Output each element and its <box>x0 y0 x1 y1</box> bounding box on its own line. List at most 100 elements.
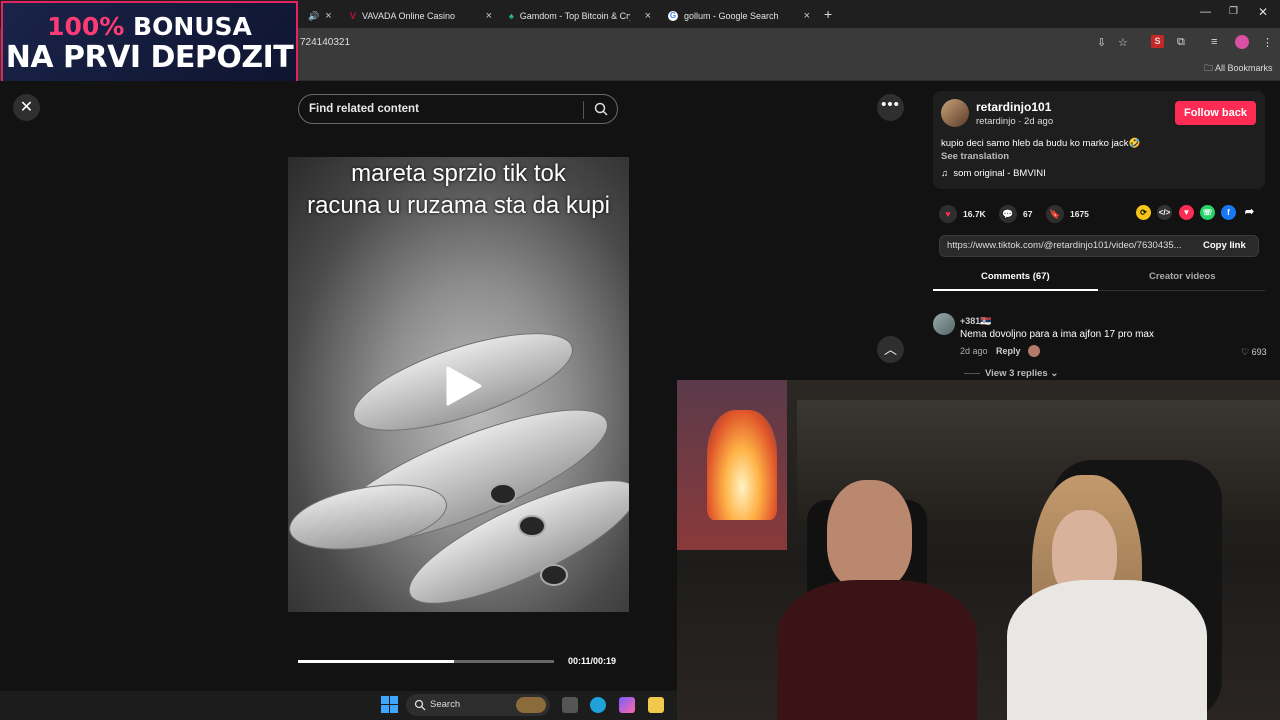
close-viewer-button[interactable]: ✕ <box>13 94 40 121</box>
restore-button[interactable]: ❐ <box>1229 6 1238 17</box>
author-username[interactable]: retardinjo101 <box>976 100 1051 114</box>
speaker-icon[interactable]: 🔊 <box>308 11 319 22</box>
taskbar-search[interactable]: Search <box>406 694 550 716</box>
tab-search-icon[interactable]: ≡ <box>1211 36 1217 48</box>
webcam-overlay <box>677 380 1280 720</box>
task-view-icon[interactable] <box>562 697 578 713</box>
folder-icon: 🗀 <box>1204 63 1214 73</box>
bookmark-icon[interactable]: 🔖 <box>1046 205 1064 223</box>
tab-current[interactable]: 🔊 × <box>300 4 338 28</box>
commenter-name[interactable]: +381🇷🇸 <box>960 316 991 327</box>
banana-sticker <box>540 564 568 586</box>
save-stat[interactable]: 🔖 1675 <box>1046 205 1089 223</box>
facebook-icon[interactable]: f <box>1221 205 1236 220</box>
close-tab-icon[interactable]: × <box>325 10 331 22</box>
search-icon[interactable] <box>593 101 609 117</box>
divider <box>583 101 584 119</box>
extensions-icon[interactable]: ⧉ <box>1177 36 1185 49</box>
menu-icon[interactable]: ⋮ <box>1262 36 1273 49</box>
minimize-button[interactable]: — <box>1200 6 1211 18</box>
send-icon[interactable]: ▼ <box>1179 205 1194 220</box>
music-note-icon: ♫ <box>941 168 949 179</box>
close-window-button[interactable]: ✕ <box>1258 5 1268 19</box>
repost-icon[interactable]: ⟳ <box>1136 205 1151 220</box>
caption-line2: racuna u ruzama sta da kupi <box>307 192 610 219</box>
all-bookmarks[interactable]: 🗀 All Bookmarks <box>1204 61 1273 77</box>
search-icon <box>414 699 426 711</box>
chevron-down-icon: ⌄ <box>1050 368 1059 379</box>
view-replies-button[interactable]: View 3 replies ⌄ <box>985 368 1058 379</box>
whatsapp-icon[interactable]: ☏ <box>1200 205 1215 220</box>
music-row[interactable]: ♫ som original - BMVINI <box>941 168 1046 179</box>
tab-comments[interactable]: Comments (67) <box>981 271 1050 282</box>
extension-s-icon[interactable]: S <box>1151 35 1164 48</box>
comment-stat[interactable]: 💬 67 <box>999 205 1032 223</box>
tab-creator-videos[interactable]: Creator videos <box>1149 271 1216 282</box>
search-highlight-icon <box>516 697 546 713</box>
tab-gamdom[interactable]: ♠ Gamdom - Top Bitcoin & Crypto × <box>501 4 659 28</box>
follow-back-button[interactable]: Follow back <box>1175 101 1256 125</box>
caption-line1: mareta sprzio tik tok <box>351 160 566 187</box>
heart-outline-icon[interactable]: ♡ <box>1241 347 1249 357</box>
post-description: kupio deci samo hleb da budu ko marko ja… <box>941 138 1141 149</box>
comment-date: 2d ago <box>960 346 988 356</box>
close-tab-icon[interactable]: × <box>645 10 651 22</box>
banana-sticker <box>489 483 517 505</box>
chevron-up-icon: ︿ <box>883 342 897 357</box>
progress-fill <box>298 660 455 663</box>
video-progress-bar[interactable] <box>298 660 554 663</box>
video-caption: mareta sprzio tik tok racuna u ruzama st… <box>288 158 629 222</box>
creator-liked-avatar <box>1028 345 1040 357</box>
url-field[interactable]: 724140321 <box>300 33 1080 52</box>
promo-line2: NA PRVI DEPOZIT <box>5 40 294 75</box>
like-count: 16.7K <box>963 209 986 219</box>
bookmark-star-icon[interactable]: ☆ <box>1118 36 1128 49</box>
tab-google[interactable]: G gollum - Google Search × <box>660 4 818 28</box>
more-options-button[interactable]: ••• <box>877 94 904 121</box>
see-translation-link[interactable]: See translation <box>941 151 1009 162</box>
edge-icon[interactable] <box>590 697 606 713</box>
tab-label: Gamdom - Top Bitcoin & Crypto <box>519 11 630 21</box>
copy-link-button[interactable]: Copy link <box>1203 240 1246 251</box>
related-search-input[interactable]: Find related content <box>298 94 618 124</box>
vavada-favicon-icon: V <box>350 11 357 21</box>
share-arrow-icon[interactable]: ➦ <box>1242 205 1257 220</box>
reply-button[interactable]: Reply <box>996 346 1021 356</box>
heart-icon[interactable]: ♥ <box>939 205 957 223</box>
view-replies-label: View 3 replies <box>985 368 1048 379</box>
video-time: 00:11/00:19 <box>568 656 617 666</box>
like-stat[interactable]: ♥ 16.7K <box>939 205 986 223</box>
gamdom-favicon-icon: ♠ <box>509 11 514 21</box>
install-icon[interactable]: ⇩ <box>1097 36 1106 49</box>
tab-vavada[interactable]: V VAVADA Online Casino × <box>342 4 500 28</box>
comment-like-count: 693 <box>1251 347 1267 357</box>
embed-icon[interactable]: </> <box>1157 205 1172 220</box>
author-subline: retardinjo · 2d ago <box>976 116 1054 127</box>
promo-banner: 100% BONUSA NA PRVI DEPOZIT <box>1 1 298 85</box>
file-explorer-icon[interactable] <box>648 697 664 713</box>
new-tab-button[interactable]: + <box>824 6 832 22</box>
promo-line1: BONUSA <box>124 12 252 41</box>
banana-sticker <box>518 515 546 537</box>
windows-start-icon[interactable] <box>381 696 398 713</box>
man-shirt <box>777 580 977 720</box>
play-icon[interactable] <box>444 366 484 406</box>
close-tab-icon[interactable]: × <box>804 10 810 22</box>
video-link-text[interactable]: https://www.tiktok.com/@retardinjo101/vi… <box>947 240 1195 251</box>
comment-icon[interactable]: 💬 <box>999 205 1017 223</box>
author-avatar[interactable] <box>941 99 969 127</box>
profile-avatar[interactable] <box>1235 35 1249 49</box>
man-face <box>827 480 912 590</box>
copilot-icon[interactable] <box>619 697 635 713</box>
tab-label: gollum - Google Search <box>684 11 779 21</box>
comment-count: 67 <box>1023 209 1033 219</box>
promo-percent: 100% <box>47 12 125 41</box>
music-label: som original - BMVINI <box>953 168 1046 179</box>
previous-video-button[interactable]: ︿ <box>877 336 904 363</box>
commenter-avatar[interactable] <box>933 313 955 335</box>
google-favicon-icon: G <box>668 11 678 21</box>
save-count: 1675 <box>1070 209 1089 219</box>
comment-like[interactable]: ♡ 693 <box>1241 347 1267 358</box>
close-tab-icon[interactable]: × <box>486 10 492 22</box>
tab-label: VAVADA Online Casino <box>362 11 456 21</box>
